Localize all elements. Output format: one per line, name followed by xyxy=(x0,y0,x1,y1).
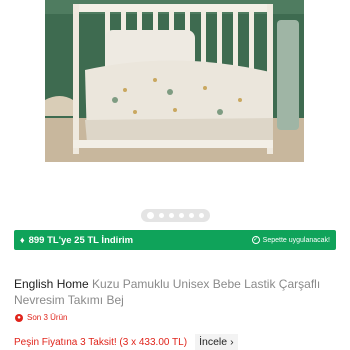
carousel-indicator[interactable] xyxy=(0,209,350,222)
tag-icon: ♦ xyxy=(20,235,25,245)
crib-illustration xyxy=(45,0,304,162)
product-photo[interactable] xyxy=(45,0,304,162)
installment-details-link[interactable]: İncele › xyxy=(195,334,238,350)
clock-icon: ● xyxy=(15,313,23,322)
product-brand[interactable]: English Home xyxy=(14,277,89,291)
carousel-dot[interactable] xyxy=(168,213,174,218)
carousel-dot[interactable] xyxy=(188,213,194,218)
promo-badge: ✓ Sepette uygulanacak! xyxy=(251,236,330,244)
promo-text: 899 TL'ye 25 TL İndirim xyxy=(28,234,134,246)
product-title: English Home Kuzu Pamuklu Unisex Bebe La… xyxy=(14,276,340,308)
installment-text: Peşin Fiyatına 3 Taksit! (3 x 433.00 TL) xyxy=(14,336,188,348)
product-image-gallery[interactable] xyxy=(0,0,350,198)
check-circle-icon: ✓ xyxy=(251,236,260,244)
promo-badge-text: Sepette uygulanacak! xyxy=(262,236,330,244)
chevron-right-icon: › xyxy=(230,336,234,348)
stock-text: Son 3 Ürün xyxy=(27,313,68,322)
installment-row: Peşin Fiyatına 3 Taksit! (3 x 433.00 TL)… xyxy=(14,334,238,350)
carousel-dot[interactable] xyxy=(146,212,154,219)
carousel-dot[interactable] xyxy=(158,213,164,218)
carousel-dot[interactable] xyxy=(178,213,184,218)
installment-link-label: İncele xyxy=(199,336,228,348)
promo-info: ♦ 899 TL'ye 25 TL İndirim xyxy=(20,235,133,246)
carousel-dots[interactable] xyxy=(140,209,210,222)
stock-warning: ● Son 3 Ürün xyxy=(15,313,67,322)
discount-promo-banner[interactable]: ♦ 899 TL'ye 25 TL İndirim ✓ Sepette uygu… xyxy=(14,230,336,250)
carousel-dot[interactable] xyxy=(198,213,204,218)
